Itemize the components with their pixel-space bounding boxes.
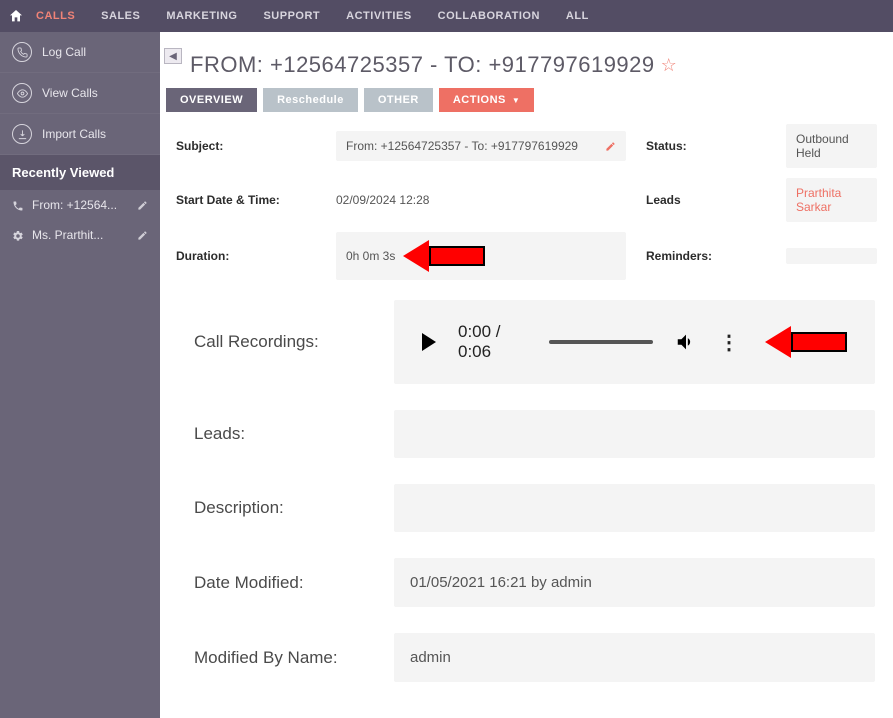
start-date-value: 02/09/2024 12:28 (336, 185, 626, 215)
start-date-label: Start Date & Time: (176, 193, 316, 207)
page-title: FROM: +12564725357 - TO: +917797619929 (190, 52, 655, 78)
audio-progress-track[interactable] (549, 340, 653, 344)
nav-activities[interactable]: ACTIVITIES (346, 10, 412, 22)
tab-actions-dropdown[interactable]: ACTIONS ▼ (439, 88, 534, 112)
subject-text: From: +12564725357 - To: +917797619929 (346, 139, 578, 153)
duration-text: 0h 0m 3s (346, 249, 395, 263)
sidebar-log-call[interactable]: Log Call (0, 32, 160, 73)
annotation-arrow (403, 240, 485, 272)
recent-item[interactable]: From: +12564... (0, 190, 160, 220)
leads-label: Leads (646, 193, 766, 207)
leads-link[interactable]: Prarthita Sarkar (786, 178, 877, 222)
nav-calls[interactable]: CALLS (36, 10, 75, 22)
duration-value: 0h 0m 3s (336, 232, 626, 280)
favorite-star-icon[interactable]: ☆ (661, 55, 677, 76)
sidebar: Log Call View Calls Import Calls Recentl… (0, 32, 160, 718)
nav-support[interactable]: SUPPORT (263, 10, 320, 22)
sidebar-view-calls[interactable]: View Calls (0, 73, 160, 114)
more-menu-icon[interactable]: ⋮ (719, 330, 739, 355)
nav-all[interactable]: ALL (566, 10, 589, 22)
leads-detail-value[interactable] (394, 410, 875, 458)
main-content: ◀ FROM: +12564725357 - TO: +917797619929… (160, 32, 893, 718)
sidebar-label: Import Calls (42, 127, 106, 141)
play-icon[interactable] (422, 333, 436, 351)
home-icon[interactable] (8, 8, 24, 24)
date-modified-label: Date Modified: (194, 573, 394, 593)
pencil-icon[interactable] (137, 198, 148, 212)
date-modified-value: 01/05/2021 16:21 by admin (394, 558, 875, 607)
recently-viewed-header: Recently Viewed (0, 155, 160, 190)
audio-player[interactable]: 0:00 / 0:06 ⋮ (394, 300, 875, 384)
description-value[interactable] (394, 484, 875, 532)
sidebar-collapse-toggle[interactable]: ◀ (164, 48, 182, 64)
tab-other[interactable]: OTHER (364, 88, 433, 112)
call-recordings-label: Call Recordings: (194, 332, 394, 352)
recent-item-label: From: +12564... (32, 198, 117, 212)
pencil-icon[interactable] (137, 228, 148, 242)
recent-item-label: Ms. Prarthit... (32, 228, 103, 242)
sidebar-import-calls[interactable]: Import Calls (0, 114, 160, 155)
phone-icon (12, 198, 24, 212)
modified-by-label: Modified By Name: (194, 648, 394, 668)
subject-label: Subject: (176, 139, 316, 153)
status-value[interactable]: Outbound Held (786, 124, 877, 168)
sidebar-label: Log Call (42, 45, 86, 59)
status-label: Status: (646, 139, 766, 153)
record-tabs: OVERVIEW Reschedule OTHER ACTIONS ▼ (160, 88, 893, 112)
eye-icon (12, 83, 32, 103)
reminders-value[interactable] (786, 248, 877, 264)
leads-detail-label: Leads: (194, 424, 394, 444)
caret-down-icon: ▼ (512, 96, 520, 105)
modified-by-value: admin (394, 633, 875, 682)
recent-item[interactable]: Ms. Prarthit... (0, 220, 160, 250)
annotation-arrow (765, 326, 847, 358)
reminders-label: Reminders: (646, 249, 766, 263)
description-label: Description: (194, 498, 394, 518)
sidebar-label: View Calls (42, 86, 98, 100)
nav-sales[interactable]: SALES (101, 10, 140, 22)
gear-icon (12, 228, 24, 242)
tab-reschedule[interactable]: Reschedule (263, 88, 358, 112)
nav-collaboration[interactable]: COLLABORATION (438, 10, 540, 22)
top-nav: CALLS SALES MARKETING SUPPORT ACTIVITIES… (0, 0, 893, 32)
nav-marketing[interactable]: MARKETING (166, 10, 237, 22)
phone-log-icon (12, 42, 32, 62)
download-icon (12, 124, 32, 144)
tab-overview[interactable]: OVERVIEW (166, 88, 257, 112)
subject-value[interactable]: From: +12564725357 - To: +917797619929 (336, 131, 626, 161)
audio-time: 0:00 / 0:06 (458, 322, 527, 362)
tab-actions-label: ACTIONS (453, 94, 506, 106)
volume-icon[interactable] (675, 331, 697, 353)
duration-label: Duration: (176, 249, 316, 263)
pencil-icon[interactable] (605, 139, 616, 153)
